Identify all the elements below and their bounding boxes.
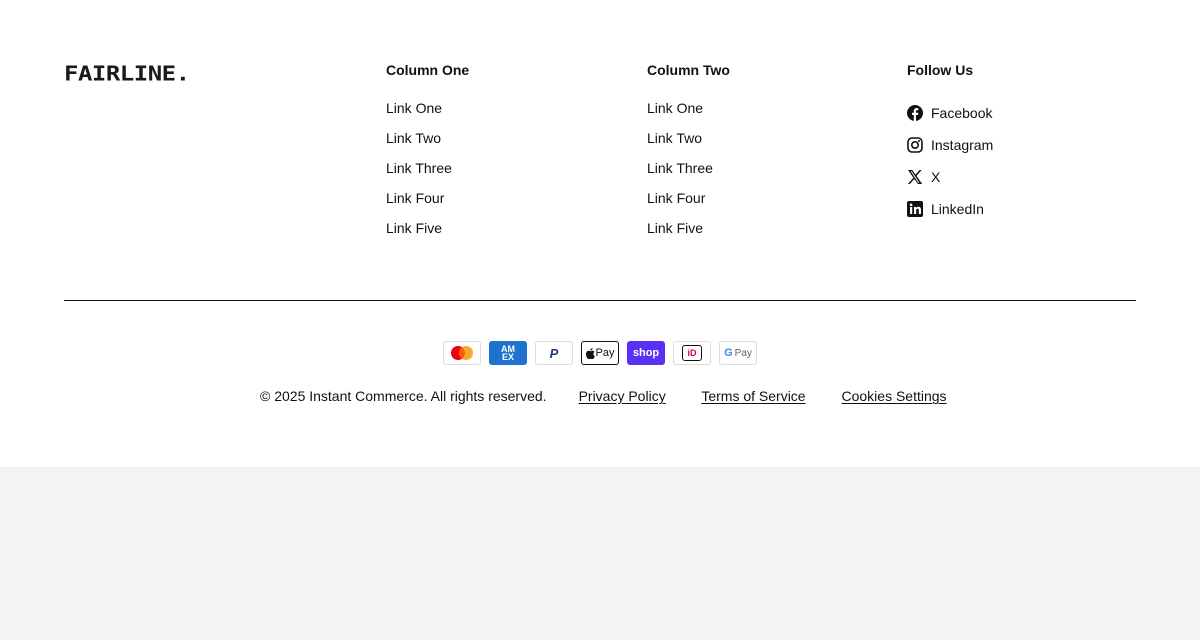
terms-of-service-link[interactable]: Terms of Service: [701, 388, 805, 404]
footer-link[interactable]: Link One: [647, 99, 730, 129]
social-link-facebook[interactable]: Facebook: [907, 97, 993, 129]
footer-link[interactable]: Link Three: [647, 159, 730, 189]
footer-link[interactable]: Link Five: [647, 219, 730, 249]
footer-link[interactable]: Link Two: [386, 129, 469, 159]
column-title: Follow Us: [907, 62, 974, 78]
footer-divider: [64, 300, 1136, 301]
column-title: Column One: [386, 62, 470, 78]
footer-bottom-bar: © 2025 Instant Commerce. All rights rese…: [260, 388, 947, 404]
site-footer: FAIRLINE. Column One Link One Link Two L…: [0, 0, 1200, 467]
social-label: Instagram: [931, 137, 994, 153]
cookies-settings-link[interactable]: Cookies Settings: [841, 388, 946, 404]
footer-column-two: Column Two Link One Link Two Link Three …: [647, 62, 730, 249]
footer-link[interactable]: Link One: [386, 99, 469, 129]
footer-column-one: Column One Link One Link Two Link Three …: [386, 62, 469, 249]
facebook-icon: [907, 105, 923, 121]
ideal-icon: iD: [673, 341, 711, 365]
footer-follow-us: Follow Us Facebook Instagram X LinkedIn: [907, 62, 993, 225]
apple-pay-icon: Pay: [581, 341, 619, 365]
link-list: Link One Link Two Link Three Link Four L…: [647, 99, 730, 249]
link-list: Link One Link Two Link Three Link Four L…: [386, 99, 469, 249]
social-link-instagram[interactable]: Instagram: [907, 129, 993, 161]
social-link-x[interactable]: X: [907, 161, 993, 193]
column-title: Column Two: [647, 62, 730, 78]
footer-link[interactable]: Link Four: [386, 189, 469, 219]
x-icon: [907, 170, 923, 184]
footer-link[interactable]: Link Four: [647, 189, 730, 219]
paypal-icon: P: [535, 341, 573, 365]
google-pay-icon: G Pay: [719, 341, 757, 365]
brand-logo[interactable]: FAIRLINE.: [64, 62, 190, 86]
american-express-icon: AM EX: [489, 341, 527, 365]
shop-pay-icon: shop: [627, 341, 665, 365]
social-label: LinkedIn: [931, 201, 984, 217]
privacy-policy-link[interactable]: Privacy Policy: [579, 388, 666, 404]
social-link-linkedin[interactable]: LinkedIn: [907, 193, 993, 225]
social-label: Facebook: [931, 105, 993, 121]
footer-link[interactable]: Link Two: [647, 129, 730, 159]
copyright-text: © 2025 Instant Commerce. All rights rese…: [260, 388, 547, 404]
mastercard-icon: [443, 341, 481, 365]
footer-link[interactable]: Link Five: [386, 219, 469, 249]
social-list: Facebook Instagram X LinkedIn: [907, 97, 993, 225]
footer-link[interactable]: Link Three: [386, 159, 469, 189]
linkedin-icon: [907, 201, 923, 217]
instagram-icon: [907, 137, 923, 153]
payment-methods: AM EX P Pay shop iD G Pay: [443, 341, 757, 365]
social-label: X: [931, 169, 941, 185]
legal-links: Privacy Policy Terms of Service Cookies …: [579, 388, 947, 404]
